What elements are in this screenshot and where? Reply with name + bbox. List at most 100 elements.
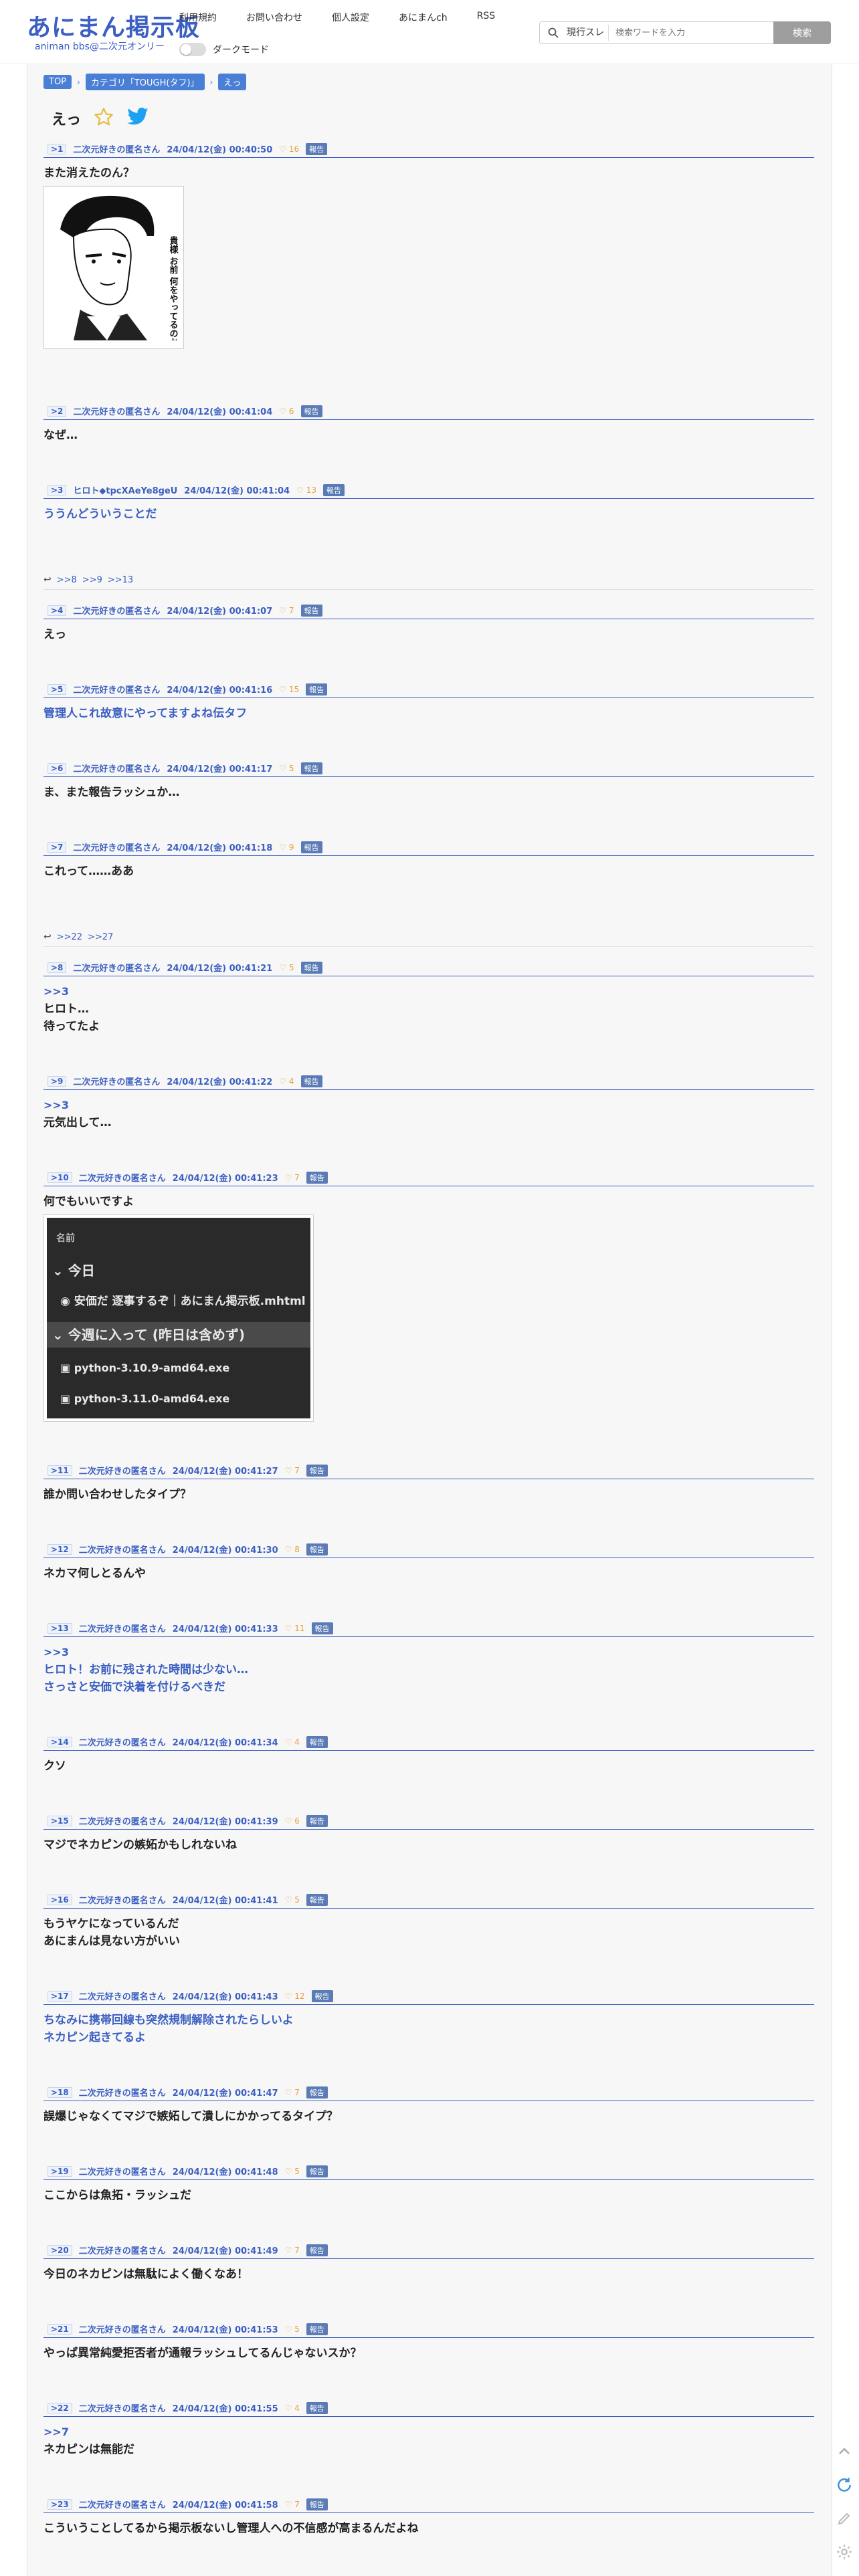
post-image-manga[interactable]: 貴様 お前 何をやってるのか わかってるのか [43,186,184,411]
dark-mode-toggle[interactable]: ダークモード [179,43,269,56]
post-number[interactable]: >14 [47,1736,72,1747]
edit-icon[interactable] [835,2509,854,2528]
refresh-icon[interactable] [835,2476,854,2494]
post-number[interactable]: >12 [47,1543,72,1555]
post-number[interactable]: >17 [47,1990,72,2002]
report-button[interactable]: 報告 [306,1171,328,1184]
report-button[interactable]: 報告 [306,2244,328,2256]
report-button[interactable]: 報告 [306,2498,328,2510]
report-button[interactable]: 報告 [300,1075,322,1087]
post-number[interactable]: >21 [47,2323,72,2335]
dark-mode-switch[interactable] [179,43,206,56]
nav-rss[interactable]: RSS [477,11,496,24]
like-button[interactable]: ♡ 13 [296,486,316,495]
post-number[interactable]: >2 [47,405,67,417]
post-number[interactable]: >9 [47,1075,67,1087]
report-button[interactable]: 報告 [306,2086,328,2099]
post-image-screenshot[interactable]: 名前 ⌄ 今日 ◉ 安価だ 逐事するぞ｜あにまん掲示板.mhtml ⌄ 今週に入… [43,1214,314,1422]
like-button[interactable]: ♡ 6 [279,407,294,416]
report-button[interactable]: 報告 [300,405,322,417]
report-button[interactable]: 報告 [300,604,322,617]
report-button[interactable]: 報告 [306,142,328,155]
report-button[interactable]: 報告 [306,1464,328,1477]
report-button[interactable]: 報告 [306,2401,328,2414]
star-icon[interactable] [93,106,114,130]
post-anchor-link[interactable]: >>3 [43,1097,814,1114]
reply-link[interactable]: >>13 [108,575,133,585]
post-anchor-link[interactable]: >>3 [43,1644,814,1661]
like-button[interactable]: ♡ 7 [285,2246,300,2255]
post-anchor-link[interactable]: >>3 [43,983,814,1000]
like-button[interactable]: ♡ 16 [279,144,299,154]
like-button[interactable]: ♡ 5 [285,2325,300,2334]
breadcrumb-thread[interactable]: えっ [218,74,247,90]
search-button[interactable]: 検索 [773,21,831,44]
nav-contact[interactable]: お問い合わせ [246,11,302,24]
like-button[interactable]: ♡ 5 [285,1895,300,1905]
like-button[interactable]: ♡ 4 [279,1077,294,1086]
post-anchor-link[interactable]: >>7 [43,2424,814,2441]
post-number[interactable]: >13 [47,1622,72,1634]
report-button[interactable]: 報告 [323,484,345,496]
post-number[interactable]: >7 [47,841,67,853]
report-button[interactable]: 報告 [306,1814,328,1827]
like-button[interactable]: ♡ 15 [279,685,299,694]
like-button[interactable]: ♡ 11 [285,1624,305,1633]
like-button[interactable]: ♡ 5 [279,764,294,773]
report-button[interactable]: 報告 [306,1543,328,1555]
post-number[interactable]: >11 [47,1465,72,1476]
post-number[interactable]: >4 [47,605,67,616]
reply-link[interactable]: >>8 [57,575,77,585]
report-button[interactable]: 報告 [311,1990,333,2002]
like-button[interactable]: ♡ 7 [285,2088,300,2097]
post-number[interactable]: >10 [47,1172,72,1183]
like-button[interactable]: ♡ 7 [285,1466,300,1475]
like-button[interactable]: ♡ 4 [285,2403,300,2413]
like-button[interactable]: ♡ 7 [285,2500,300,2509]
breadcrumb-category[interactable]: カテゴリ「TOUGH(タフ)」 [85,74,205,90]
scroll-top-icon[interactable] [835,2442,854,2461]
search-scope-select[interactable]: 現行スレ [563,25,609,41]
post-number[interactable]: >18 [47,2086,72,2098]
report-button[interactable]: 報告 [300,762,322,774]
twitter-icon[interactable] [126,107,149,130]
report-button[interactable]: 報告 [306,1735,328,1748]
post-number[interactable]: >5 [47,683,67,695]
report-button[interactable]: 報告 [306,2165,328,2177]
like-button[interactable]: ♡ 12 [285,1992,305,2001]
report-button[interactable]: 報告 [306,1893,328,1906]
post-number[interactable]: >23 [47,2498,72,2510]
reply-link[interactable]: >>27 [88,932,113,942]
post-number[interactable]: >20 [47,2244,72,2256]
post-number[interactable]: >15 [47,1815,72,1826]
settings-gear-icon[interactable] [835,2543,854,2561]
report-button[interactable]: 報告 [311,1622,333,1634]
site-logo[interactable]: あにまん掲示板 animan bbs@二次元オンリー [27,15,200,53]
like-button[interactable]: ♡ 6 [285,1816,300,1826]
nav-settings[interactable]: 個人設定 [332,11,369,24]
post-number[interactable]: >6 [47,762,67,774]
post-number[interactable]: >1 [47,143,67,154]
like-button[interactable]: ♡ 4 [285,1737,300,1747]
post-number[interactable]: >19 [47,2165,72,2177]
report-button[interactable]: 報告 [300,841,322,853]
post-number[interactable]: >16 [47,1894,72,1905]
like-button[interactable]: ♡ 5 [279,963,294,972]
report-button[interactable]: 報告 [306,683,328,695]
like-button[interactable]: ♡ 9 [279,843,294,852]
post-number[interactable]: >22 [47,2402,72,2413]
nav-terms[interactable]: 利用規約 [179,11,217,24]
like-button[interactable]: ♡ 7 [285,1173,300,1182]
breadcrumb-top[interactable]: TOP [43,75,72,89]
post-number[interactable]: >3 [47,484,67,496]
reply-link[interactable]: >>9 [82,575,102,585]
nav-animanch[interactable]: あにまんch [399,11,448,24]
like-button[interactable]: ♡ 7 [279,606,294,615]
search-input[interactable] [609,27,774,38]
reply-link[interactable]: >>22 [57,932,82,942]
report-button[interactable]: 報告 [306,2323,328,2335]
report-button[interactable]: 報告 [300,961,322,974]
like-button[interactable]: ♡ 5 [285,2167,300,2176]
like-button[interactable]: ♡ 8 [285,1545,300,1554]
post-number[interactable]: >8 [47,962,67,973]
